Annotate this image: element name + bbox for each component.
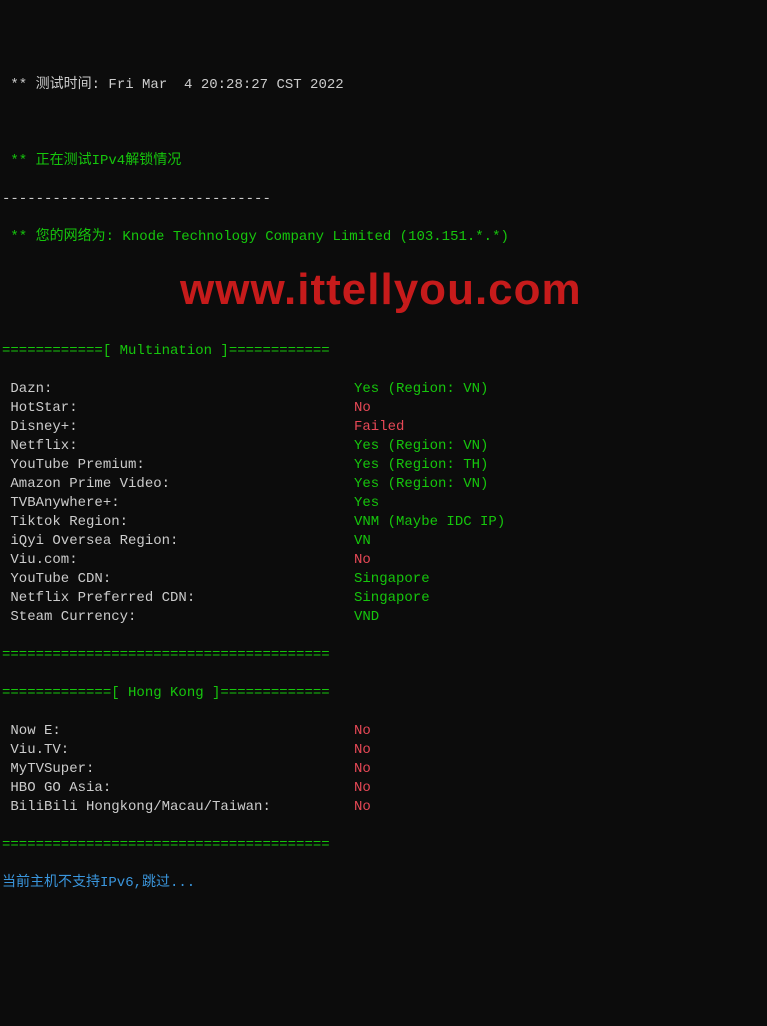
- test-time-line: ** 测试时间: Fri Mar 4 20:28:27 CST 2022: [0, 76, 767, 95]
- service-name: YouTube Premium:: [2, 456, 354, 475]
- network-prefix: ** 您的网络为:: [2, 229, 122, 245]
- service-name: iQyi Oversea Region:: [2, 532, 354, 551]
- service-name: Viu.TV:: [2, 741, 354, 760]
- service-row: HBO GO Asia:No: [0, 779, 767, 798]
- service-name: Tiktok Region:: [2, 513, 354, 532]
- section-footer-multination: =======================================: [0, 646, 767, 665]
- service-row: Steam Currency:VND: [0, 608, 767, 627]
- network-value: Knode Technology Company Limited (103.15…: [122, 229, 508, 245]
- service-status: Yes (Region: TH): [354, 457, 488, 473]
- ipv6-message: 当前主机不支持IPv6,跳过...: [0, 874, 767, 893]
- service-row: TVBAnywhere+:Yes: [0, 494, 767, 513]
- service-status: Singapore: [354, 571, 430, 587]
- service-name: YouTube CDN:: [2, 570, 354, 589]
- service-status: Yes: [354, 495, 379, 511]
- service-status: No: [354, 799, 371, 815]
- service-row: YouTube CDN:Singapore: [0, 570, 767, 589]
- service-row: Amazon Prime Video:Yes (Region: VN): [0, 475, 767, 494]
- service-name: MyTVSuper:: [2, 760, 354, 779]
- service-row: HotStar:No: [0, 399, 767, 418]
- service-row: iQyi Oversea Region:VN: [0, 532, 767, 551]
- service-row: MyTVSuper:No: [0, 760, 767, 779]
- service-status: Failed: [354, 419, 404, 435]
- service-row: Disney+:Failed: [0, 418, 767, 437]
- blank-line: [0, 304, 767, 323]
- service-status: VND: [354, 609, 379, 625]
- service-status: No: [354, 780, 371, 796]
- network-line: ** 您的网络为: Knode Technology Company Limit…: [0, 228, 767, 247]
- service-row: Netflix:Yes (Region: VN): [0, 437, 767, 456]
- service-name: Now E:: [2, 722, 354, 741]
- section-header-hongkong: =============[ Hong Kong ]=============: [0, 684, 767, 703]
- service-row: Viu.TV:No: [0, 741, 767, 760]
- service-status: No: [354, 761, 371, 777]
- test-time-value: Fri Mar 4 20:28:27 CST 2022: [108, 77, 343, 93]
- service-row: Viu.com:No: [0, 551, 767, 570]
- service-name: BiliBili Hongkong/Macau/Taiwan:: [2, 798, 354, 817]
- section-footer-hongkong: =======================================: [0, 836, 767, 855]
- service-name: Amazon Prime Video:: [2, 475, 354, 494]
- service-row: BiliBili Hongkong/Macau/Taiwan:No: [0, 798, 767, 817]
- service-name: Steam Currency:: [2, 608, 354, 627]
- service-name: TVBAnywhere+:: [2, 494, 354, 513]
- service-status: Singapore: [354, 590, 430, 606]
- test-time-prefix: ** 测试时间:: [2, 77, 108, 93]
- service-row: Now E:No: [0, 722, 767, 741]
- blank-line: [0, 114, 767, 133]
- service-status: Yes (Region: VN): [354, 381, 488, 397]
- service-status: Yes (Region: VN): [354, 476, 488, 492]
- blank-line: [0, 266, 767, 285]
- service-row: YouTube Premium:Yes (Region: TH): [0, 456, 767, 475]
- service-status: No: [354, 742, 371, 758]
- service-name: HotStar:: [2, 399, 354, 418]
- service-row: Tiktok Region:VNM (Maybe IDC IP): [0, 513, 767, 532]
- service-name: Netflix Preferred CDN:: [2, 589, 354, 608]
- service-row: Netflix Preferred CDN:Singapore: [0, 589, 767, 608]
- service-status: No: [354, 723, 371, 739]
- service-name: HBO GO Asia:: [2, 779, 354, 798]
- service-name: Viu.com:: [2, 551, 354, 570]
- service-row: Dazn:Yes (Region: VN): [0, 380, 767, 399]
- service-status: VNM (Maybe IDC IP): [354, 514, 505, 530]
- service-name: Netflix:: [2, 437, 354, 456]
- service-status: No: [354, 552, 371, 568]
- service-status: VN: [354, 533, 371, 549]
- service-name: Disney+:: [2, 418, 354, 437]
- divider: --------------------------------: [0, 190, 767, 209]
- service-status: Yes (Region: VN): [354, 438, 488, 454]
- section-header-multination: ============[ Multination ]============: [0, 342, 767, 361]
- service-name: Dazn:: [2, 380, 354, 399]
- ipv4-test-status: ** 正在测试IPv4解锁情况: [0, 152, 767, 171]
- service-status: No: [354, 400, 371, 416]
